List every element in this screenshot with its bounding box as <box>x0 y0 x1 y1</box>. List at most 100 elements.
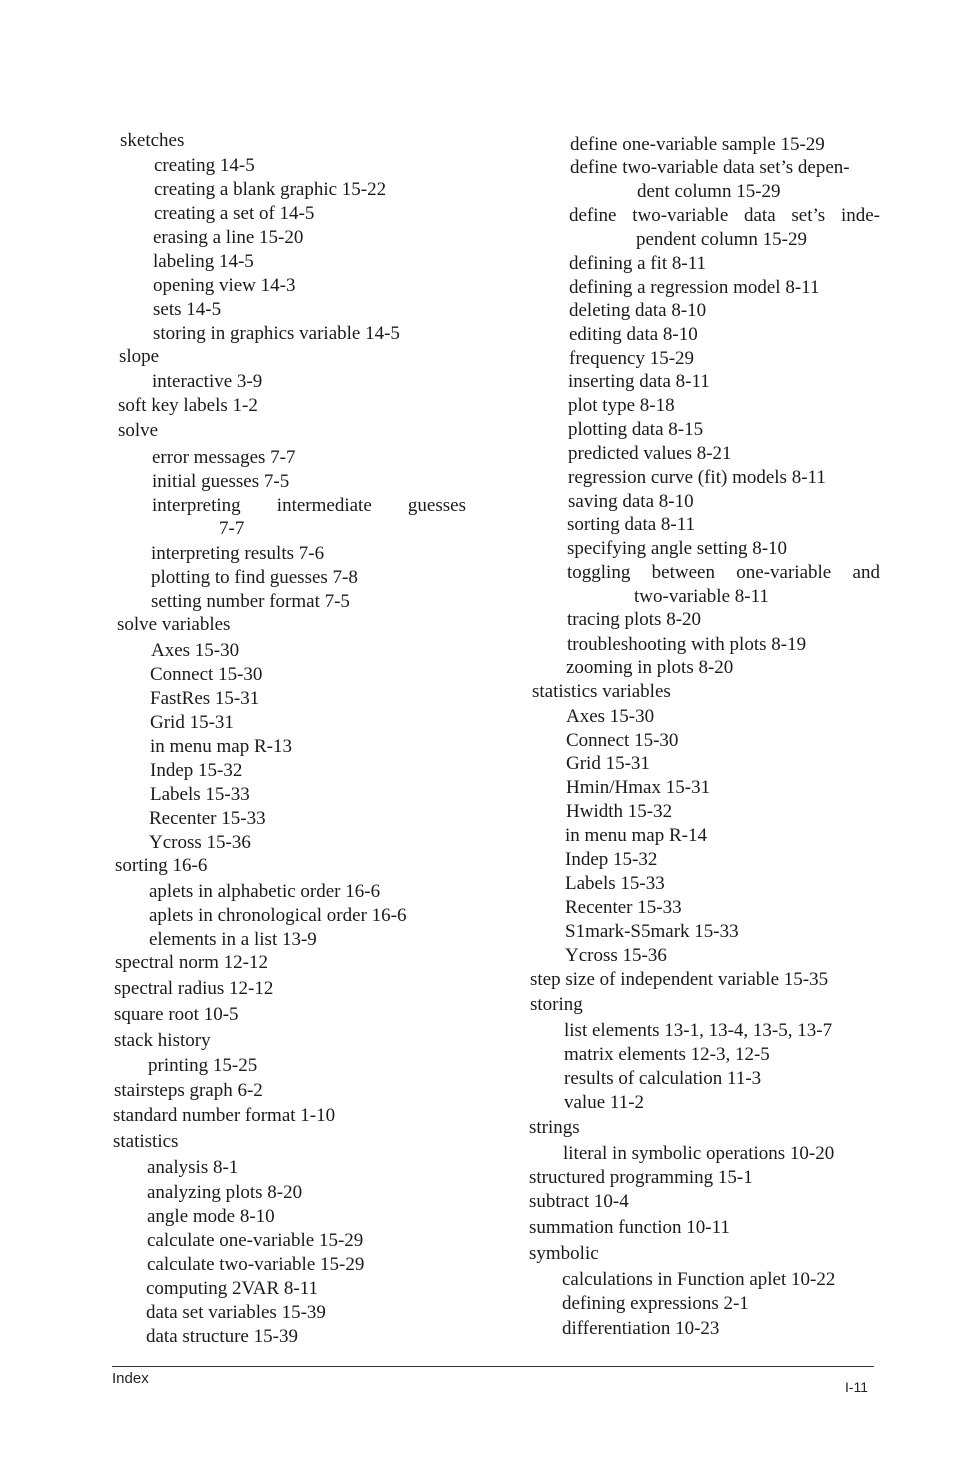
index-subentry: editing data 8-10 <box>569 324 698 345</box>
index-subentry: sorting data 8-11 <box>567 514 696 535</box>
index-word: data <box>744 205 776 226</box>
index-subentry: value 11-2 <box>564 1092 645 1113</box>
index-entry: standard number format 1-10 <box>113 1105 336 1126</box>
index-subentry: Connect 15-30 <box>150 664 263 685</box>
index-subentry: two-variable 8-11 <box>634 586 769 607</box>
index-subentry: troubleshooting with plots 8-19 <box>567 634 807 655</box>
index-subentry: angle mode 8-10 <box>147 1206 275 1227</box>
index-subentry: zooming in plots 8-20 <box>566 657 734 678</box>
index-entry: stairsteps graph 6-2 <box>114 1080 263 1101</box>
index-subentry: initial guesses 7-5 <box>152 471 290 492</box>
index-subentry: define two-variable data set’s inde- <box>569 205 880 227</box>
footer-rule <box>112 1366 874 1367</box>
index-subentry: calculate one-variable 15-29 <box>147 1230 364 1251</box>
index-subentry: frequency 15-29 <box>569 348 695 369</box>
index-subentry: data structure 15-39 <box>146 1326 298 1347</box>
index-subentry: creating a set of 14-5 <box>154 203 315 224</box>
index-word: between <box>651 562 715 583</box>
index-entry: slope <box>119 346 160 367</box>
index-word: guesses <box>407 495 466 516</box>
index-subentry: literal in symbolic operations 10-20 <box>563 1143 835 1164</box>
index-subentry: Indep 15-32 <box>150 760 243 781</box>
index-subentry: specifying angle setting 8-10 <box>567 538 788 559</box>
index-subentry: deleting data 8-10 <box>569 300 707 321</box>
index-subentry: in menu map R-13 <box>150 736 292 757</box>
index-subentry: plot type 8-18 <box>568 395 675 416</box>
index-subentry: predicted values 8-21 <box>568 443 732 464</box>
index-subentry: interpreting results 7-6 <box>151 543 325 564</box>
index-subentry: Indep 15-32 <box>565 849 658 870</box>
index-entry: solve <box>118 420 159 441</box>
index-subentry: aplets in alphabetic order 16-6 <box>149 881 381 902</box>
index-subentry: labeling 14-5 <box>153 251 254 272</box>
index-subentry: Connect 15-30 <box>566 730 679 751</box>
index-entry: stack history <box>114 1030 211 1051</box>
index-subentry: setting number format 7-5 <box>151 591 350 612</box>
index-subentry: define two-variable data set’s depen- <box>570 157 850 178</box>
index-subentry: erasing a line 15-20 <box>153 227 304 248</box>
index-entry: statistics <box>113 1131 179 1152</box>
index-subentry: computing 2VAR 8-11 <box>146 1278 319 1299</box>
index-subentry: analyzing plots 8-20 <box>147 1182 303 1203</box>
index-subentry: interactive 3-9 <box>152 371 263 392</box>
index-entry: spectral norm 12-12 <box>115 952 269 973</box>
index-subentry: creating a blank graphic 15-22 <box>154 179 387 200</box>
index-subentry: toggling between one-variable and <box>567 562 880 584</box>
index-subentry: printing 15-25 <box>148 1055 258 1076</box>
index-word: toggling <box>567 562 631 583</box>
index-subentry: aplets in chronological order 16-6 <box>149 905 407 926</box>
index-word: one-variable <box>736 562 832 583</box>
index-subentry: calculations in Function aplet 10-22 <box>562 1269 836 1290</box>
index-subentry: elements in a list 13-9 <box>149 929 317 950</box>
index-subentry: Labels 15-33 <box>150 784 250 805</box>
index-word: and <box>852 562 880 583</box>
index-word: define <box>569 205 617 226</box>
index-subentry: matrix elements 12-3, 12-5 <box>564 1044 770 1065</box>
index-word: intermediate <box>276 495 372 516</box>
index-word: interpreting <box>152 495 241 516</box>
index-subentry: data set variables 15-39 <box>146 1302 326 1323</box>
index-subentry: dent column 15-29 <box>637 181 781 202</box>
index-subentry: plotting to find guesses 7-8 <box>151 567 358 588</box>
index-entry: strings <box>529 1117 580 1138</box>
index-subentry: Grid 15-31 <box>150 712 234 733</box>
index-subentry: storing in graphics variable 14-5 <box>153 323 400 344</box>
index-entry: sorting 16-6 <box>115 855 208 876</box>
index-subentry: plotting data 8-15 <box>568 419 704 440</box>
index-subentry: Hmin/Hmax 15-31 <box>566 777 711 798</box>
index-entry: step size of independent variable 15-35 <box>530 969 829 990</box>
index-subentry: 7-7 <box>219 518 245 539</box>
index-word: set’s <box>791 205 826 226</box>
index-subentry: Recenter 15-33 <box>149 808 266 829</box>
index-subentry: Hwidth 15-32 <box>566 801 673 822</box>
index-subentry: Ycross 15-36 <box>565 945 667 966</box>
index-subentry: Grid 15-31 <box>566 753 650 774</box>
index-subentry: Axes 15-30 <box>151 640 240 661</box>
index-subentry: in menu map R-14 <box>565 825 707 846</box>
index-entry: subtract 10-4 <box>529 1191 629 1212</box>
index-subentry: opening view 14-3 <box>153 275 296 296</box>
footer-page-number: I-11 <box>845 1379 869 1395</box>
index-entry: statistics variables <box>532 681 671 702</box>
index-entry: soft key labels 1-2 <box>118 395 258 416</box>
index-entry: sketches <box>120 130 185 151</box>
index-subentry: tracing plots 8-20 <box>567 609 702 630</box>
index-subentry: define one-variable sample 15-29 <box>570 134 825 155</box>
index-subentry: creating 14-5 <box>154 155 255 176</box>
index-subentry: defining expressions 2-1 <box>562 1293 749 1314</box>
index-subentry: defining a regression model 8-11 <box>569 277 820 298</box>
index-subentry: pendent column 15-29 <box>636 229 807 250</box>
index-subentry: Recenter 15-33 <box>565 897 682 918</box>
index-word: inde- <box>840 205 880 226</box>
index-subentry: results of calculation 11-3 <box>564 1068 762 1089</box>
index-word: two-variable <box>632 205 729 226</box>
index-subentry: regression curve (fit) models 8-11 <box>568 467 826 488</box>
index-subentry: sets 14-5 <box>153 299 222 320</box>
index-entry: symbolic <box>529 1243 599 1264</box>
index-subentry: Labels 15-33 <box>565 873 665 894</box>
index-subentry: Ycross 15-36 <box>149 832 251 853</box>
index-subentry: Axes 15-30 <box>566 706 655 727</box>
index-subentry: analysis 8-1 <box>147 1157 239 1178</box>
index-subentry: differentiation 10-23 <box>562 1318 720 1339</box>
index-entry: structured programming 15-1 <box>529 1167 753 1188</box>
